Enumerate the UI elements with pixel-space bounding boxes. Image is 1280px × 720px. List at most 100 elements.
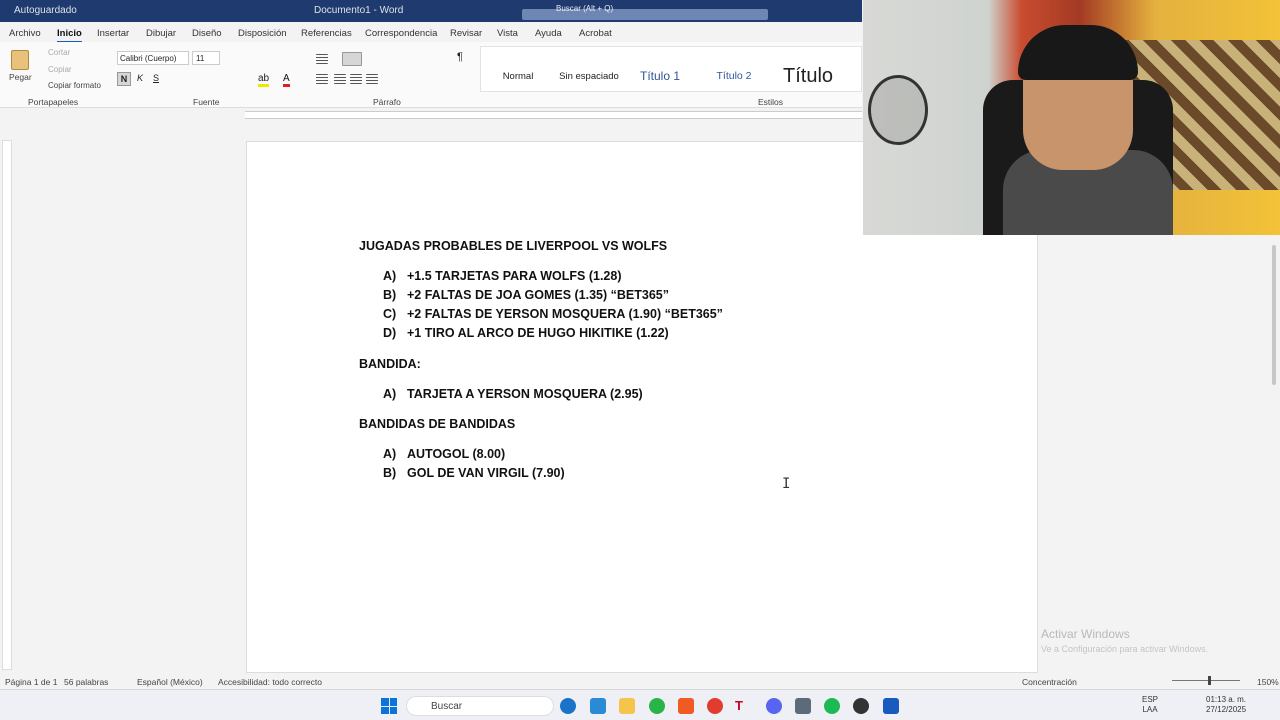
tab-correspondencia[interactable]: Correspondencia xyxy=(365,28,437,39)
language-indicator[interactable]: ESP LAA xyxy=(1142,695,1158,715)
clock-time: 01:13 a. m. xyxy=(1206,695,1247,704)
calculator-icon[interactable] xyxy=(795,698,811,714)
discord-icon[interactable] xyxy=(766,698,782,714)
tab-ayuda[interactable]: Ayuda xyxy=(535,28,562,39)
font-group-label: Fuente xyxy=(193,97,220,107)
text-app-icon[interactable]: T xyxy=(735,698,751,714)
clipboard-icon xyxy=(11,50,29,70)
whatsapp-icon[interactable] xyxy=(649,698,665,714)
italic-button[interactable]: K xyxy=(137,73,143,83)
chrome-icon[interactable] xyxy=(707,698,723,714)
language-status[interactable]: Español (México) xyxy=(137,677,203,687)
paste-button[interactable]: Pegar xyxy=(8,48,32,88)
list-text: GOL DE VAN VIRGIL (7.90) xyxy=(407,466,565,480)
vertical-ruler xyxy=(2,140,12,670)
bold-button[interactable]: N xyxy=(117,72,131,86)
tab-dibujar[interactable]: Dibujar xyxy=(146,28,176,39)
style-title[interactable]: Título xyxy=(773,61,843,91)
list-text: TARJETA A YERSON MOSQUERA (2.95) xyxy=(407,387,643,401)
tab-revisar[interactable]: Revisar xyxy=(450,28,482,39)
text-cursor-icon: I xyxy=(782,476,791,492)
list-text: +1.5 TARJETAS PARA WOLFS (1.28) xyxy=(407,269,622,283)
edge-icon[interactable] xyxy=(560,698,576,714)
obs-icon[interactable] xyxy=(853,698,869,714)
font-size-select[interactable]: 11 xyxy=(192,51,220,65)
status-bar: Página 1 de 1 56 palabras Español (Méxic… xyxy=(0,673,1280,689)
ribbon-tabs: Archivo Inicio Insertar Dibujar Diseño D… xyxy=(0,24,862,43)
tab-diseno[interactable]: Diseño xyxy=(192,28,222,39)
format-painter-button[interactable]: Copiar formato xyxy=(48,81,101,90)
accessibility-status[interactable]: Accesibilidad: todo correcto xyxy=(218,677,322,687)
taskbar-search-text: Buscar xyxy=(431,701,463,712)
align-center-icon[interactable] xyxy=(334,74,346,84)
ruler-track xyxy=(245,111,862,119)
zoom-level[interactable]: 150% xyxy=(1257,677,1279,687)
pilcrow-icon[interactable]: ¶ xyxy=(457,51,463,63)
search-placeholder: Buscar (Alt + Q) xyxy=(556,4,614,13)
scrollbar-thumb[interactable] xyxy=(1272,245,1276,385)
align-left-icon[interactable] xyxy=(316,74,328,84)
tab-acrobat[interactable]: Acrobat xyxy=(579,28,612,39)
word-count[interactable]: 56 palabras xyxy=(64,677,108,687)
highlight-button[interactable]: ab xyxy=(258,73,270,87)
activate-windows-title: Activar Windows xyxy=(1041,627,1130,641)
focus-mode-button[interactable]: Concentración xyxy=(1022,677,1077,687)
list-marker: A) xyxy=(383,387,397,401)
list-item: C) +2 FALTAS DE YERSON MOSQUERA (1.90) “B… xyxy=(383,307,723,321)
tab-insertar[interactable]: Insertar xyxy=(97,28,129,39)
tab-archivo[interactable]: Archivo xyxy=(9,28,41,39)
copy-button[interactable]: Copiar xyxy=(48,65,72,74)
page-count[interactable]: Página 1 de 1 xyxy=(5,677,57,687)
autosave-label[interactable]: Autoguardado xyxy=(14,5,77,16)
font-color-button[interactable]: A xyxy=(283,73,290,87)
list-item: A) AUTOGOL (8.00) xyxy=(383,447,505,461)
webcam-overlay xyxy=(863,0,1280,235)
bullets-icon[interactable] xyxy=(316,54,328,64)
list-item: A) TARJETA A YERSON MOSQUERA (2.95) xyxy=(383,387,643,401)
list-marker: A) xyxy=(383,269,397,283)
justify-icon[interactable] xyxy=(366,74,378,84)
numbering-icon[interactable] xyxy=(342,52,362,66)
clipboard-group-label: Portapapeles xyxy=(28,97,79,107)
tab-referencias[interactable]: Referencias xyxy=(301,28,352,39)
underline-button[interactable]: S xyxy=(153,73,159,83)
list-item: D) +1 TIRO AL ARCO DE HUGO HIKITIKE (1.22… xyxy=(383,326,669,340)
style-normal[interactable]: Normal xyxy=(495,61,541,91)
list-item: B) GOL DE VAN VIRGIL (7.90) xyxy=(383,466,565,480)
styles-gallery: Normal Sin espaciado Título 1 Título 2 T… xyxy=(480,46,862,92)
style-heading2[interactable]: Título 2 xyxy=(709,61,759,91)
ribbon: Pegar Cortar Copiar Copiar formato Porta… xyxy=(0,42,862,108)
font-size-value: 11 xyxy=(196,54,205,63)
document-title: Documento1 - Word xyxy=(314,5,404,16)
style-heading1[interactable]: Título 1 xyxy=(635,61,685,91)
zoom-slider-thumb[interactable] xyxy=(1208,676,1211,685)
heading-bandidas: BANDIDAS DE BANDIDAS xyxy=(359,417,516,431)
start-button[interactable] xyxy=(381,698,397,714)
right-canvas-area xyxy=(1038,235,1270,673)
telegram-icon[interactable] xyxy=(590,698,606,714)
taskbar: Buscar T ESP LAA 01:13 a. m. 27/12/2025 xyxy=(0,689,1280,720)
list-marker: B) xyxy=(383,288,397,302)
clock[interactable]: 01:13 a. m. 27/12/2025 xyxy=(1206,695,1246,715)
language-layout: LAA xyxy=(1142,705,1158,714)
fan-image xyxy=(868,75,928,145)
word-icon[interactable] xyxy=(883,698,899,714)
paste-label: Pegar xyxy=(9,72,32,82)
file-explorer-icon[interactable] xyxy=(619,698,635,714)
style-no-spacing[interactable]: Sin espaciado xyxy=(557,61,621,91)
list-item: A) +1.5 TARJETAS PARA WOLFS (1.28) xyxy=(383,269,622,283)
vertical-scrollbar[interactable] xyxy=(1269,235,1279,673)
align-right-icon[interactable] xyxy=(350,74,362,84)
brave-icon[interactable] xyxy=(678,698,694,714)
tab-disposicion[interactable]: Disposición xyxy=(238,28,287,39)
taskbar-search[interactable]: Buscar xyxy=(406,696,554,716)
tab-inicio[interactable]: Inicio xyxy=(57,28,82,43)
search-box[interactable]: Buscar (Alt + Q) xyxy=(522,4,768,20)
styles-group-label: Estilos xyxy=(758,97,784,107)
font-name-select[interactable]: Calibri (Cuerpo) xyxy=(117,51,189,65)
tab-vista[interactable]: Vista xyxy=(497,28,518,39)
cut-button[interactable]: Cortar xyxy=(48,48,70,57)
zoom-slider[interactable] xyxy=(1172,676,1240,685)
spotify-icon[interactable] xyxy=(824,698,840,714)
list-text: +2 FALTAS DE JOA GOMES (1.35) “BET365” xyxy=(407,288,669,302)
